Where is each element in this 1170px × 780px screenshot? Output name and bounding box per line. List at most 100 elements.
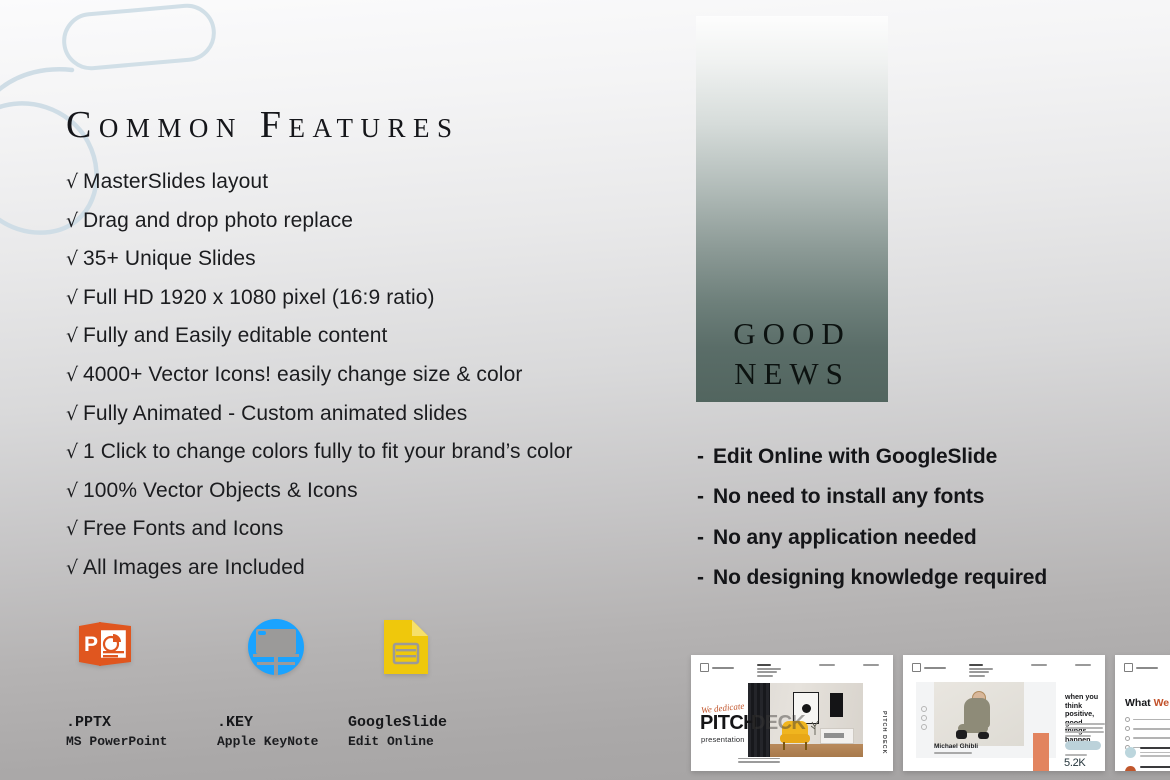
format-badges: P .PPTX MS PowerPoint .KEY Apple KeyNote…: [66, 618, 498, 749]
thumb-nav-block: [863, 664, 879, 668]
list-item: √ Free Fonts and Icons: [66, 510, 686, 549]
slide-thumbnail-positive[interactable]: Michael Ghibli when you think positive, …: [903, 655, 1105, 771]
person-name-block: Michael Ghibli: [934, 743, 998, 754]
brand-logo-icon: [700, 663, 734, 672]
thumb-vertical-text: PITCH DECK: [881, 711, 887, 755]
format-pptx: P .PPTX MS PowerPoint: [66, 618, 212, 749]
list-item: √ Fully and Easily editable content: [66, 317, 686, 356]
person-photo: [934, 682, 1024, 746]
feature-label: 1 Click to change colors fully to fit yo…: [83, 440, 573, 464]
list-item: - No designing knowledge required: [697, 558, 1137, 598]
brand-logo-icon: [912, 663, 946, 672]
feature-circle-icon: [1125, 766, 1136, 771]
check-icon: √: [66, 518, 79, 541]
format-name: GoogleSlide: [348, 714, 448, 731]
feature-list: √ MasterSlides layout √ Drag and drop ph…: [66, 163, 686, 588]
thumb-nav-block: [819, 664, 835, 668]
dash-icon: -: [697, 445, 704, 468]
powerpoint-icon: P: [66, 618, 212, 680]
feature-label: All Images are Included: [83, 555, 305, 579]
good-news-title: GOOD NEWS: [733, 314, 851, 402]
thumb-contact-lines: [738, 757, 780, 765]
check-icon: √: [66, 325, 79, 348]
format-name: .PPTX: [66, 714, 112, 731]
thumb-subtitle: presentation: [701, 735, 745, 744]
benefit-label: No need to install any fonts: [713, 485, 985, 509]
card-dots-icon: [921, 706, 927, 733]
list-item: - No any application needed: [697, 518, 1137, 558]
feature-label: Fully Animated - Custom animated slides: [83, 401, 468, 425]
check-icon: √: [66, 479, 79, 502]
check-icon: √: [66, 363, 79, 386]
thumb-headline-part-b: We Offer?: [1153, 697, 1170, 709]
thumb-headline-part-a: What: [1125, 697, 1154, 709]
good-news-line-1: GOOD: [733, 316, 851, 351]
list-item: - No need to install any fonts: [697, 477, 1137, 517]
thumb-headline-ghost: DECK: [751, 712, 806, 734]
feature-label: MasterSlides layout: [83, 170, 269, 193]
list-item: √ 35+ Unique Slides: [66, 240, 686, 279]
thumb-stat-label: [1065, 754, 1087, 756]
list-item: √ MasterSlides layout: [66, 163, 686, 202]
brand-logo-icon: [1124, 663, 1158, 672]
feature-label: Free Fonts and Icons: [83, 517, 284, 541]
check-icon: √: [66, 286, 79, 309]
keynote-icon: [212, 618, 348, 680]
thumb-topbar: [903, 655, 1105, 677]
dash-icon: -: [697, 525, 704, 549]
format-sub: MS PowerPoint: [66, 734, 168, 749]
page-title: Common Features: [66, 104, 460, 146]
slide-thumbnail-strip: We dedicate PITCH DECK presentation PITC…: [691, 655, 1170, 771]
left-column: Common Features √ MasterSlides layout √ …: [0, 0, 690, 780]
feature-label: 4000+ Vector Icons! easily change size &…: [83, 362, 523, 386]
slide-canvas: Common Features √ MasterSlides layout √ …: [0, 0, 1170, 780]
googleslides-icon: [348, 618, 498, 680]
feature-label: Drag and drop photo replace: [83, 208, 354, 232]
list-item: √ 100% Vector Objects & Icons: [66, 472, 686, 511]
check-icon: √: [66, 171, 79, 193]
thumb-nav-block: [969, 664, 993, 678]
format-googleslide: GoogleSlide Edit Online: [348, 618, 498, 749]
benefit-list: - Edit Online with GoogleSlide - No need…: [697, 437, 1137, 598]
benefit-label: No any application needed: [713, 525, 977, 549]
slide-thumbnail-pitch-deck[interactable]: We dedicate PITCH DECK presentation PITC…: [691, 655, 893, 771]
thumb-feature-row: [1125, 766, 1170, 771]
benefit-label: No designing knowledge required: [713, 565, 1048, 589]
benefit-label: Edit Online with GoogleSlide: [713, 445, 998, 468]
list-item: √ 1 Click to change colors fully to fit …: [66, 433, 686, 472]
format-sub: Apple KeyNote: [217, 734, 319, 749]
list-item: √ 4000+ Vector Icons! easily change size…: [66, 356, 686, 395]
feature-label: 100% Vector Objects & Icons: [83, 478, 358, 502]
thumb-paragraph-lines: [1065, 723, 1105, 739]
good-news-panel: GOOD NEWS: [696, 16, 888, 402]
format-name: .KEY: [217, 714, 254, 731]
thumb-cta-button[interactable]: [1065, 741, 1101, 750]
dash-icon: -: [697, 565, 704, 589]
check-icon: √: [66, 402, 79, 425]
svg-text:P: P: [84, 633, 98, 656]
dash-icon: -: [697, 485, 704, 509]
feature-label: 35+ Unique Slides: [83, 247, 256, 271]
feature-label: Fully and Easily editable content: [83, 324, 388, 348]
person-name: Michael Ghibli: [934, 742, 979, 750]
thumb-topbar: [1115, 655, 1170, 677]
list-item: √ Full HD 1920 x 1080 pixel (16:9 ratio): [66, 279, 686, 318]
check-icon: √: [66, 248, 79, 271]
good-news-line-2: NEWS: [734, 356, 850, 391]
thumb-topbar: [691, 655, 893, 677]
thumb-headline: What We Offer?: [1125, 697, 1170, 709]
thumb-headline: PITCH: [700, 712, 758, 734]
format-sub: Edit Online: [348, 734, 434, 749]
thumb-nav-block: [757, 664, 781, 678]
list-item: √ All Images are Included: [66, 549, 686, 588]
accent-bar: [1033, 733, 1049, 771]
check-icon: √: [66, 209, 79, 232]
thumb-nav-block: [1075, 664, 1091, 668]
check-icon: √: [66, 556, 79, 579]
slide-thumbnail-what-we-offer[interactable]: What We Offer?: [1115, 655, 1170, 771]
list-item: √ Drag and drop photo replace: [66, 202, 686, 241]
list-item: √ Fully Animated - Custom animated slide…: [66, 395, 686, 434]
feature-circle-icon: [1125, 747, 1136, 758]
thumb-stat-value: 5.2K: [1064, 757, 1086, 769]
format-key: .KEY Apple KeyNote: [212, 618, 348, 749]
